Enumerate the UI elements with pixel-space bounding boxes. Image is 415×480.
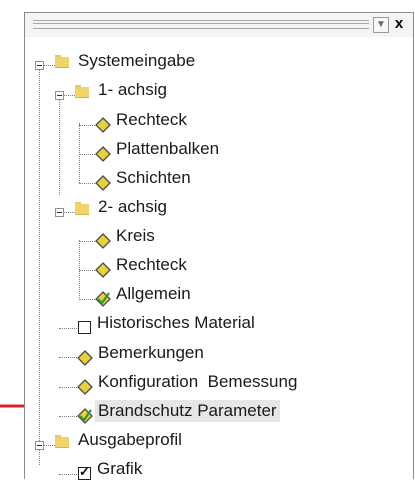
diamond-node-icon <box>77 350 93 366</box>
folder-icon <box>55 435 69 448</box>
folder-icon <box>55 55 69 68</box>
tree-view: Systemeingabe 1- achsig Rechteck Platten… <box>25 37 413 480</box>
tree-panel: ▼ x Systemeingabe 1- achsig Rechteck Pla… <box>24 12 414 480</box>
tree-item-systemeingabe[interactable]: Systemeingabe <box>75 50 198 72</box>
panel-titlebar: ▼ x <box>25 13 413 37</box>
diamond-check-node-icon <box>95 291 111 307</box>
checkmark-icon: ✓ <box>79 464 90 479</box>
diamond-node-icon <box>95 262 111 278</box>
drag-grip[interactable] <box>33 20 369 29</box>
folder-icon <box>75 202 89 215</box>
expander-systemeingabe[interactable] <box>35 61 44 70</box>
expander-ausgabeprofil[interactable] <box>35 441 44 450</box>
expander-2-achsig[interactable] <box>55 208 64 217</box>
diamond-check-node-icon <box>77 408 93 424</box>
tree-item-rechteck-1[interactable]: Rechteck <box>113 109 190 131</box>
close-button[interactable]: x <box>391 15 407 33</box>
tree-item-rechteck-2[interactable]: Rechteck <box>113 254 190 276</box>
checkbox-icon[interactable] <box>78 321 91 334</box>
tree-item-bemerkungen[interactable]: Bemerkungen <box>95 342 207 364</box>
diamond-node-icon <box>95 233 111 249</box>
expander-1-achsig[interactable] <box>55 91 64 100</box>
tree-item-brandschutz-parameter[interactable]: Brandschutz Parameter <box>95 400 280 422</box>
tree-item-schichten[interactable]: Schichten <box>113 167 194 189</box>
diamond-node-icon <box>95 117 111 133</box>
tree-item-ausgabeprofil[interactable]: Ausgabeprofil <box>75 429 185 451</box>
tree-item-plattenbalken[interactable]: Plattenbalken <box>113 138 222 160</box>
tree-item-2-achsig[interactable]: 2- achsig <box>95 196 170 218</box>
diamond-node-icon <box>95 175 111 191</box>
folder-icon <box>75 85 89 98</box>
dropdown-button[interactable]: ▼ <box>373 17 389 33</box>
close-icon: x <box>394 15 404 32</box>
tree-item-allgemein[interactable]: Allgemein <box>113 283 194 305</box>
diamond-node-icon <box>77 379 93 395</box>
tree-item-kreis[interactable]: Kreis <box>113 225 158 247</box>
checkbox-icon[interactable]: ✓ <box>78 464 91 480</box>
tree-item-konfiguration-bemessung[interactable]: Konfiguration Bemessung <box>95 371 300 393</box>
chevron-down-icon: ▼ <box>376 19 386 30</box>
tree-item-1-achsig[interactable]: 1- achsig <box>95 79 170 101</box>
tree-item-historisches-material[interactable]: Historisches Material <box>94 312 258 334</box>
diamond-node-icon <box>95 146 111 162</box>
